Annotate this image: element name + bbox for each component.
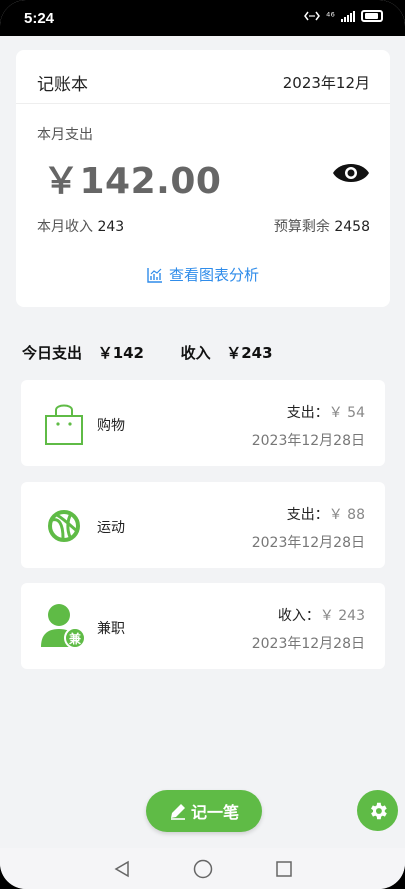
record-type-label: 支出： xyxy=(286,507,329,523)
status-bar: 5:24 ⁴⁶ xyxy=(0,0,405,36)
status-icons: ⁴⁶ xyxy=(303,10,383,22)
app-title: 记账本 xyxy=(37,75,88,95)
home-icon[interactable] xyxy=(193,859,213,879)
add-record-label: 记一笔 xyxy=(190,803,239,822)
signal-icon xyxy=(341,10,355,22)
edit-icon xyxy=(170,804,185,820)
record-date: 2023年12月28日 xyxy=(251,636,365,652)
record-date: 2023年12月28日 xyxy=(251,433,365,449)
record-category: 运动 xyxy=(97,520,125,536)
monthly-income-value: 243 xyxy=(97,219,125,235)
today-summary: 今日支出 ￥142 收入 ￥243 xyxy=(22,342,273,363)
today-expense-label: 今日支出 xyxy=(22,344,83,362)
settings-button[interactable] xyxy=(357,790,398,831)
part-time-user-icon: 兼 xyxy=(41,604,86,649)
today-income-value: ￥243 xyxy=(226,344,273,362)
budget-remaining-label: 预算剩余 xyxy=(273,219,330,235)
back-icon[interactable] xyxy=(113,860,131,878)
record-amount: 支出：￥ 88 xyxy=(287,504,365,524)
record-amount: 收入：￥ 243 xyxy=(278,605,365,625)
budget-remaining: 预算剩余 2458 xyxy=(274,216,370,236)
record-category: 兼职 xyxy=(97,621,125,637)
status-time: 5:24 xyxy=(24,10,55,27)
code-icon xyxy=(303,11,320,21)
record-type-label: 收入： xyxy=(277,608,320,624)
card-header: 记账本 2023年12月 xyxy=(16,50,390,104)
record-amount-value: ￥ 54 xyxy=(328,405,365,421)
battery-icon xyxy=(361,10,383,22)
part-time-badge: 兼 xyxy=(68,631,82,646)
app-screen: 5:24 ⁴⁶ 记账本 2023年12月 本月支出 ￥142.00 本月收入 2… xyxy=(0,0,405,889)
monthly-income-label: 本月收入 xyxy=(37,219,93,235)
record-category: 购物 xyxy=(97,418,125,434)
eye-icon[interactable] xyxy=(332,160,370,186)
add-record-button[interactable]: 记一笔 xyxy=(146,790,262,832)
budget-remaining-value: 2458 xyxy=(334,219,370,235)
shopping-bag-icon xyxy=(45,404,83,445)
record-amount-value: ￥ 88 xyxy=(328,507,365,523)
summary-card: 记账本 2023年12月 本月支出 ￥142.00 本月收入 243 预算剩余 … xyxy=(16,50,390,307)
record-amount-value: ￥ 243 xyxy=(319,608,365,624)
basketball-icon xyxy=(48,510,80,542)
monthly-income: 本月收入 243 xyxy=(37,216,124,236)
record-date: 2023年12月28日 xyxy=(251,535,365,551)
record-item[interactable]: 兼 兼职 收入：￥ 243 2023年12月28日 xyxy=(21,583,385,669)
record-amount: 支出：￥ 54 xyxy=(287,402,365,422)
chart-analysis-label: 查看图表分析 xyxy=(168,266,259,284)
today-expense-value: ￥142 xyxy=(97,344,144,362)
record-item[interactable]: 运动 支出：￥ 88 2023年12月28日 xyxy=(21,482,385,568)
record-item[interactable]: 购物 支出：￥ 54 2023年12月28日 xyxy=(21,380,385,466)
recents-icon[interactable] xyxy=(275,860,293,878)
network-type: ⁴⁶ xyxy=(325,10,335,22)
today-income-label: 收入 xyxy=(180,344,211,362)
record-type-label: 支出： xyxy=(286,405,329,421)
monthly-expense-label: 本月支出 xyxy=(37,127,93,143)
chart-analysis-link[interactable]: 查看图表分析 xyxy=(16,264,390,285)
monthly-expense-amount: ￥142.00 xyxy=(43,161,222,202)
system-nav-bar xyxy=(0,848,405,889)
chart-icon xyxy=(147,268,162,283)
gear-icon xyxy=(370,802,387,819)
month-selector[interactable]: 2023年12月 xyxy=(283,72,370,93)
